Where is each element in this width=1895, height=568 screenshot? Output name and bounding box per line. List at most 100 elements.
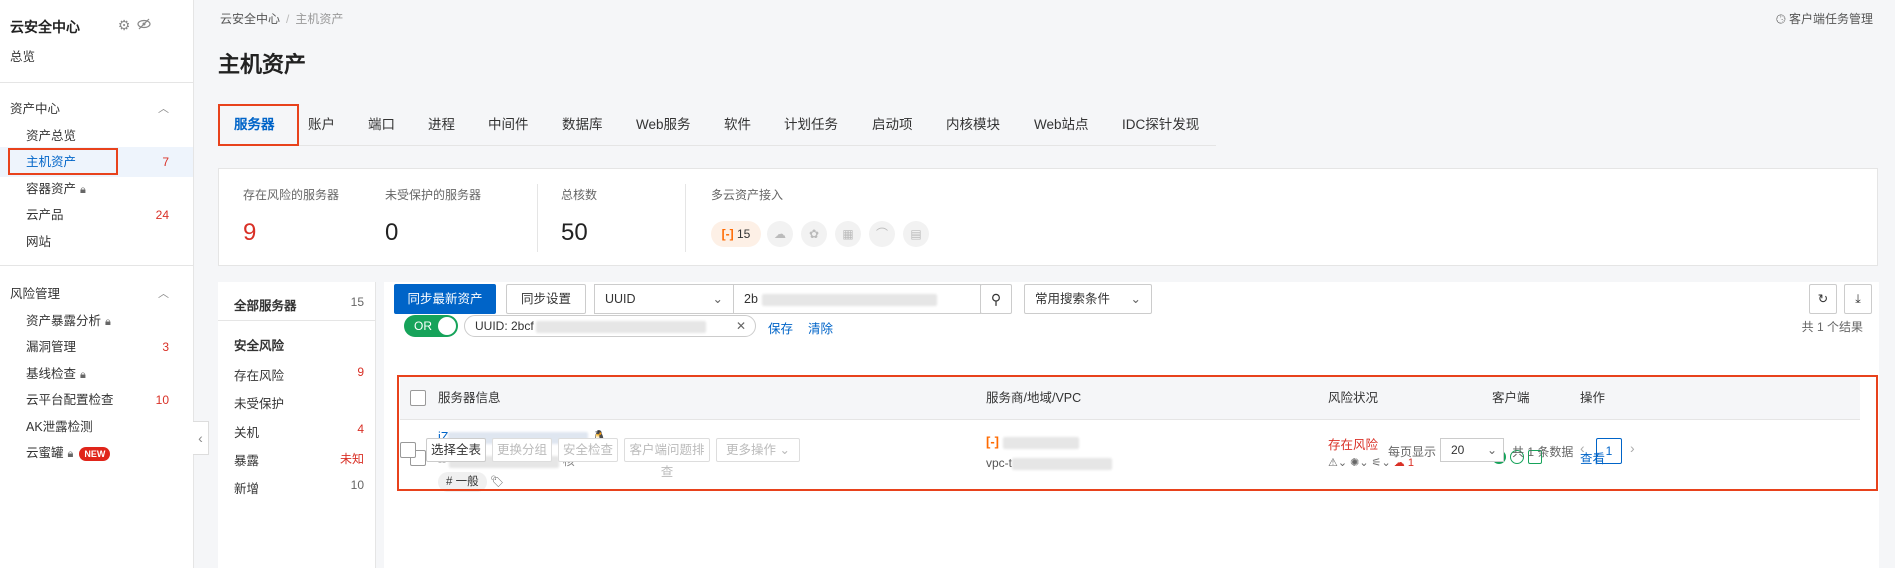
stat-label: 总核数 <box>561 188 598 202</box>
breadcrumb-separator: / <box>286 12 290 26</box>
filter-chip: UUID: 2bcf ✕ <box>464 315 756 337</box>
filter-label: 全部服务器 <box>234 299 297 313</box>
breadcrumb-current: 主机资产 <box>295 12 344 26</box>
count-badge: 3 <box>162 340 169 354</box>
stat-value-cores: 50 <box>561 219 588 246</box>
redacted-text <box>535 320 706 333</box>
sidebar-item-label: 云平台配置检查 <box>26 393 114 407</box>
sidebar-item-websites[interactable]: 网站 <box>0 227 193 257</box>
tencent-cloud-icon[interactable]: ☁ <box>767 221 793 247</box>
tab-startup-items[interactable]: 启动项 <box>872 106 913 146</box>
collapse-sidebar-button[interactable]: ‹ <box>193 421 209 455</box>
sidebar-title: 云安全中心 <box>10 19 80 35</box>
aliyun-icon: [-] <box>721 227 734 241</box>
sidebar-item-label: 资产总览 <box>26 129 77 143</box>
aws-icon[interactable]: ⌒ <box>869 221 895 247</box>
eye-off-icon[interactable] <box>136 17 152 33</box>
stat-value-unprotected[interactable]: 0 <box>385 219 398 247</box>
section-label: 资产中心 <box>10 102 61 116</box>
tab-processes[interactable]: 进程 <box>428 106 455 146</box>
sidebar-item-config-check[interactable]: 云平台配置检查 10 <box>0 385 193 415</box>
filter-section-security-risk: 安全风险 <box>234 339 285 353</box>
tab-ports[interactable]: 端口 <box>368 106 395 146</box>
huawei-cloud-icon[interactable]: ✿ <box>801 221 827 247</box>
aliyun-count: 15 <box>736 227 751 241</box>
search-value: 2b <box>744 292 758 306</box>
idc-icon[interactable]: ▤ <box>903 221 929 247</box>
breadcrumb: 云安全中心 / 主机资产 <box>220 10 343 27</box>
search-button[interactable]: ⚲ <box>980 284 1012 314</box>
filter-count: 10 <box>350 478 364 492</box>
refresh-icon: ↻ <box>1817 292 1829 306</box>
search-field-value: UUID <box>605 292 636 306</box>
sidebar-item-cloud-products[interactable]: 云产品 24 <box>0 200 193 230</box>
sidebar-item-label: 基线检查 <box>26 367 77 381</box>
tab-accounts[interactable]: 账户 <box>308 106 335 146</box>
filter-exposed[interactable]: 暴露 未知 <box>234 450 364 469</box>
sidebar-item-overview[interactable]: 总览 <box>0 42 193 72</box>
filter-count: 未知 <box>339 452 364 466</box>
sidebar-section-asset-center[interactable]: 资产中心 ︿ <box>0 94 193 124</box>
common-search-dropdown[interactable]: 常用搜索条件 ⌄ <box>1024 284 1152 314</box>
tab-web-sites[interactable]: Web站点 <box>1034 106 1089 146</box>
sidebar-item-honeypot[interactable]: 云蜜罐 🔒︎ NEW <box>0 438 193 468</box>
filter-new[interactable]: 新增 10 <box>234 478 364 497</box>
section-label: 风险管理 <box>10 287 61 301</box>
aliyun-chip[interactable]: [-] 15 <box>711 221 761 247</box>
breadcrumb-link[interactable]: 云安全中心 <box>220 12 280 26</box>
clock-icon: 🕓︎ <box>1776 12 1786 26</box>
stat-label: 存在风险的服务器 <box>243 188 340 202</box>
client-task-mgmt-link[interactable]: 🕓︎ 客户端任务管理 <box>1776 10 1873 27</box>
download-button[interactable]: ⤓ <box>1844 284 1872 314</box>
chip-label: UUID: 2bcf <box>475 319 534 333</box>
sidebar-item-label: 云蜜罐 <box>26 446 64 460</box>
sidebar-item-label: AK泄露检测 <box>26 420 93 434</box>
tab-idc-probe[interactable]: IDC探针发现 <box>1122 106 1199 146</box>
search-input[interactable]: 2b <box>733 284 981 314</box>
gear-icon[interactable]: ⚙ <box>116 17 132 33</box>
tab-kernel-modules[interactable]: 内核模块 <box>946 106 1000 146</box>
result-count: 共 1 个结果 <box>1801 320 1863 334</box>
sidebar-divider <box>0 82 193 83</box>
or-toggle[interactable]: OR <box>404 315 458 337</box>
count-badge: 24 <box>155 208 169 222</box>
stat-separator <box>537 184 538 252</box>
azure-icon[interactable]: ▦ <box>835 221 861 247</box>
sidebar-item-label: 云产品 <box>26 208 64 222</box>
page-title: 主机资产 <box>218 52 307 77</box>
filter-divider <box>218 320 376 321</box>
chevron-down-icon: ⌄ <box>712 292 723 306</box>
close-icon[interactable]: ✕ <box>736 316 746 336</box>
filter-unprotected[interactable]: 未受保护 <box>234 393 364 412</box>
filter-shutdown[interactable]: 关机 4 <box>234 422 364 441</box>
filter-label: 新增 <box>234 482 260 496</box>
save-filter-link[interactable]: 保存 <box>768 318 793 337</box>
tab-software[interactable]: 软件 <box>724 106 751 146</box>
tab-web-services[interactable]: Web服务 <box>636 106 691 146</box>
filter-all-servers[interactable]: 全部服务器 15 <box>234 295 364 314</box>
common-search-label: 常用搜索条件 <box>1035 292 1111 306</box>
sidebar-item-vuln-mgmt[interactable]: 漏洞管理 3 <box>0 332 193 362</box>
filter-panel: 全部服务器 15 安全风险 存在风险 9 未受保护 关机 4 暴露 未知 新增 10 <box>218 282 376 568</box>
sidebar-section-risk-mgmt[interactable]: 风险管理 ︿ <box>0 279 193 309</box>
refresh-button[interactable]: ↻ <box>1809 284 1837 314</box>
sync-settings-button[interactable]: 同步设置 <box>506 284 586 314</box>
sidebar-item-label: 网站 <box>26 235 52 249</box>
sync-latest-button[interactable]: 同步最新资产 <box>394 284 496 314</box>
task-mgr-label: 客户端任务管理 <box>1788 12 1873 26</box>
filter-label: 存在风险 <box>234 369 285 383</box>
filter-at-risk[interactable]: 存在风险 9 <box>234 365 364 384</box>
sidebar-item-label: 漏洞管理 <box>26 340 77 354</box>
search-field-select[interactable]: UUID ⌄ <box>594 284 734 314</box>
download-icon: ⤓ <box>1855 292 1861 306</box>
stat-value-at-risk[interactable]: 9 <box>243 219 256 247</box>
stat-label: 多云资产接入 <box>711 188 784 202</box>
filter-label: 暴露 <box>234 454 260 468</box>
highlight-box <box>218 104 299 146</box>
tab-databases[interactable]: 数据库 <box>562 106 603 146</box>
tab-scheduled-tasks[interactable]: 计划任务 <box>784 106 838 146</box>
tab-middleware[interactable]: 中间件 <box>488 106 529 146</box>
clear-filter-link[interactable]: 清除 <box>808 318 833 337</box>
count-badge: 10 <box>155 393 169 407</box>
filter-label: 未受保护 <box>234 397 285 411</box>
